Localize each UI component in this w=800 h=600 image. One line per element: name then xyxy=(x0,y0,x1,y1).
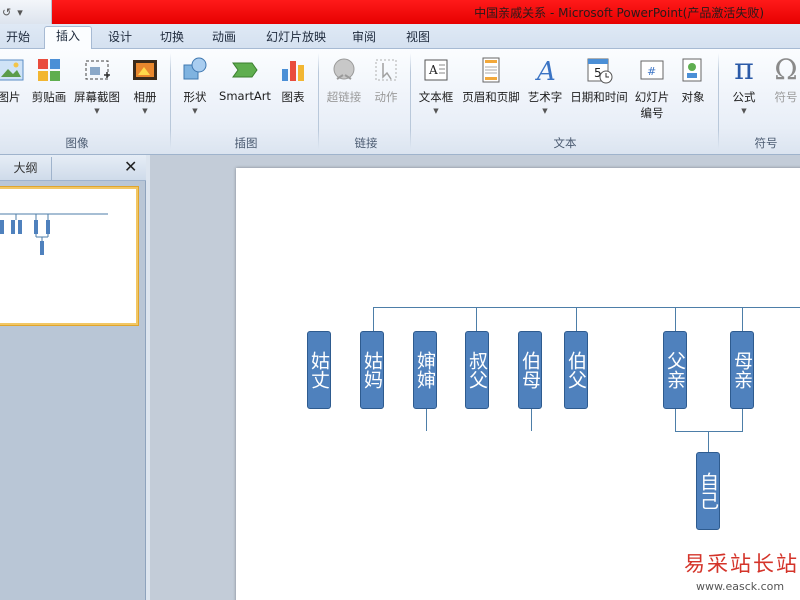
datetime-button[interactable]: 5 日期和时间 xyxy=(568,55,630,105)
panel-tab-bar: 大纲 ✕ xyxy=(0,155,146,181)
header-footer-button[interactable]: 页眉和页脚 xyxy=(460,55,522,105)
connector-line xyxy=(476,307,477,333)
album-button[interactable]: 相册 ▼ xyxy=(130,55,160,115)
svg-text:A: A xyxy=(428,63,438,77)
screenshot-button[interactable]: 屏幕截图 ▼ xyxy=(72,55,122,115)
close-icon[interactable]: ✕ xyxy=(124,157,137,176)
node-shenshen[interactable]: 婶婶 xyxy=(413,331,437,409)
shapes-button[interactable]: 形状 ▼ xyxy=(178,55,212,115)
group-label-symbols: 符号 xyxy=(754,136,778,150)
slide-number-button[interactable]: # 幻灯片 编号 xyxy=(632,55,672,121)
group-label-illustrations: 插图 xyxy=(234,136,258,150)
chart-button[interactable]: 图表 xyxy=(278,55,308,105)
screenshot-icon xyxy=(85,60,110,80)
node-bofu[interactable]: 伯父 xyxy=(564,331,588,409)
group-label-image: 图像 xyxy=(65,136,89,150)
connector-line xyxy=(708,431,709,453)
symbol-button[interactable]: Ω 符号 xyxy=(770,55,800,105)
connector-line xyxy=(675,409,676,431)
hyperlink-globe-icon xyxy=(333,58,355,80)
svg-text:#: # xyxy=(647,65,656,78)
node-ziji[interactable]: 自己 xyxy=(696,452,720,530)
connector-line xyxy=(675,431,743,432)
textbox-icon: A xyxy=(424,59,448,81)
tab-design[interactable]: 设计 xyxy=(100,28,140,49)
qat-customize-icon[interactable]: ▾ xyxy=(17,6,23,19)
tab-insert[interactable]: 插入 xyxy=(44,26,92,50)
slide-thumbnail[interactable] xyxy=(0,187,138,325)
connector-line xyxy=(675,307,676,333)
connector-line xyxy=(576,307,577,333)
pi-icon: π xyxy=(734,52,754,87)
tab-view[interactable]: 视图 xyxy=(398,28,438,49)
tab-review[interactable]: 审阅 xyxy=(344,28,384,49)
hyperlink-button[interactable]: 超链接 xyxy=(324,55,364,105)
object-icon xyxy=(682,58,702,82)
node-guma[interactable]: 姑妈 xyxy=(360,331,384,409)
group-separator xyxy=(718,53,719,149)
picture-icon xyxy=(0,59,24,81)
textbox-button[interactable]: A 文本框 ▼ xyxy=(416,55,456,115)
chart-icon xyxy=(282,61,304,81)
watermark-logo: 易采站长站 xyxy=(684,552,799,576)
node-bomu[interactable]: 伯母 xyxy=(518,331,542,409)
slides-outline-panel: 大纲 ✕ xyxy=(0,155,146,600)
watermark-url: www.easck.com xyxy=(696,580,785,593)
connector-line xyxy=(373,307,800,308)
clipart-button[interactable]: 剪贴画 xyxy=(30,55,68,105)
equation-button[interactable]: π 公式 ▼ xyxy=(726,52,762,116)
connector-line xyxy=(426,409,427,431)
undo-icon[interactable]: ↺ xyxy=(2,6,11,19)
node-shufu[interactable]: 叔父 xyxy=(465,331,489,409)
connector-line xyxy=(531,409,532,431)
thumbnail-preview xyxy=(0,213,108,255)
node-muqin[interactable]: 母亲 xyxy=(730,331,754,409)
shapes-icon xyxy=(183,57,207,80)
title-bar: ↺ ▾ 中国亲戚关系 - Microsoft PowerPoint(产品激活失败… xyxy=(0,0,800,24)
connector-line xyxy=(742,409,743,431)
group-separator xyxy=(170,53,171,149)
svg-text:A: A xyxy=(535,57,556,85)
tab-animations[interactable]: 动画 xyxy=(204,28,244,49)
picture-button[interactable]: 图片 xyxy=(0,55,24,105)
node-guzhang[interactable]: 姑丈 xyxy=(307,331,331,409)
header-footer-icon xyxy=(482,57,500,83)
quick-access-toolbar: ↺ ▾ xyxy=(0,0,52,24)
tab-slideshow[interactable]: 幻灯片放映 xyxy=(260,28,332,49)
omega-icon: Ω xyxy=(774,53,798,86)
action-icon xyxy=(375,59,397,81)
group-label-text: 文本 xyxy=(553,136,577,150)
object-button[interactable]: 对象 xyxy=(676,55,710,105)
tab-transitions[interactable]: 切换 xyxy=(152,28,192,49)
group-label-links: 链接 xyxy=(354,136,378,150)
tab-outline[interactable]: 大纲 xyxy=(0,157,52,181)
calendar-icon: 5 xyxy=(587,58,613,84)
album-icon xyxy=(133,60,157,80)
group-separator xyxy=(410,53,411,149)
slide-number-icon: # xyxy=(640,60,664,80)
node-fuqin[interactable]: 父亲 xyxy=(663,331,687,409)
ribbon-tab-bar: 开始 插入 设计 切换 动画 幻灯片放映 审阅 视图 xyxy=(0,24,800,50)
smartart-button[interactable]: SmartArt xyxy=(218,55,272,103)
connector-line xyxy=(742,307,743,333)
group-separator xyxy=(318,53,319,149)
smartart-icon xyxy=(232,62,258,78)
ribbon: 图片 剪贴画 屏幕截图 ▼ 相册 ▼ 图像 形状 ▼ SmartArt 图表 插… xyxy=(0,49,800,155)
clipart-icon xyxy=(38,59,60,81)
wordart-icon: A xyxy=(535,57,556,85)
connector-line xyxy=(373,307,374,333)
window-title: 中国亲戚关系 - Microsoft PowerPoint(产品激活失败) xyxy=(474,6,764,20)
action-button[interactable]: 动作 xyxy=(370,55,402,105)
wordart-button[interactable]: A 艺术字 ▼ xyxy=(526,55,564,115)
tab-home[interactable]: 开始 xyxy=(0,28,36,49)
